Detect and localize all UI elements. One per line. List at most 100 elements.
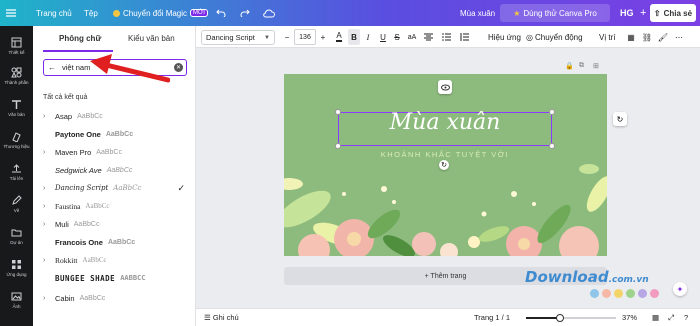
- transparency-icon[interactable]: ▦: [626, 29, 636, 45]
- add-page-icon[interactable]: ⊞: [593, 62, 599, 72]
- chevron-right-icon[interactable]: ›: [43, 295, 55, 302]
- rail-item-draw[interactable]: Vẽ: [0, 188, 33, 220]
- text-color-icon[interactable]: A: [334, 29, 344, 45]
- list-icon[interactable]: [440, 29, 452, 45]
- rail-item-projects[interactable]: Dự án: [0, 220, 33, 252]
- dot: [650, 289, 659, 298]
- chevron-right-icon[interactable]: ›: [43, 257, 55, 264]
- animate-button[interactable]: ◎ Chuyển động: [526, 29, 583, 45]
- magic-switch-button[interactable]: Chuyển đổi Magic MỚI: [113, 0, 208, 26]
- design-title-text[interactable]: Mùa xuân: [338, 110, 552, 135]
- document-title[interactable]: Mùa xuân: [460, 0, 495, 26]
- font-list-item-selected[interactable]: › Dancing Script AaBbCc ✓: [43, 179, 193, 197]
- refresh-icon[interactable]: ↻: [613, 112, 627, 126]
- share-button[interactable]: ⇧ Chia sẻ: [650, 4, 696, 22]
- help-icon[interactable]: ?: [684, 313, 688, 322]
- font-family-dropdown[interactable]: Dancing Script ▼: [201, 30, 275, 45]
- font-list-item[interactable]: › Cabin AaBbCc: [43, 289, 193, 307]
- font-sample: AaBbCc: [113, 184, 142, 192]
- tab-text-styles[interactable]: Kiểu văn bản: [128, 34, 175, 43]
- fullscreen-icon[interactable]: ⤢: [668, 313, 674, 323]
- link-icon[interactable]: ⛓: [642, 29, 652, 45]
- rail-item-design[interactable]: Thiết kế: [0, 30, 33, 62]
- elements-icon: [11, 67, 22, 78]
- rail-item-elements[interactable]: Thành phần: [0, 60, 33, 92]
- chevron-right-icon[interactable]: ›: [43, 203, 55, 210]
- copy-style-icon[interactable]: [438, 80, 452, 94]
- chevron-right-icon[interactable]: ›: [43, 221, 55, 228]
- left-rail: Thiết kế Thành phần Văn bản Thương hiệu …: [0, 26, 33, 326]
- rotate-icon[interactable]: ↻: [439, 160, 449, 170]
- font-list-item[interactable]: › Asap AaBbCc: [43, 107, 193, 125]
- font-list-item[interactable]: › Maven Pro AaBbCc: [43, 143, 193, 161]
- share-label: Chia sẻ: [663, 8, 693, 18]
- back-arrow-icon[interactable]: ←: [48, 63, 56, 72]
- font-name: Maven Pro: [55, 147, 92, 157]
- chevron-right-icon[interactable]: ›: [43, 113, 55, 120]
- design-subtitle-text[interactable]: KHOẢNH KHẮC TUYỆT VỜI: [338, 150, 552, 159]
- letter-case-button[interactable]: aA: [406, 29, 418, 45]
- redo-icon[interactable]: [240, 0, 250, 26]
- chevron-right-icon[interactable]: ›: [43, 149, 55, 156]
- font-list-item[interactable]: Sedgwick Ave AaBbCc: [43, 161, 193, 179]
- font-list-item[interactable]: BUNGEE SHADE AABBCC: [43, 269, 193, 287]
- effects-button[interactable]: Hiệu ứng: [488, 29, 521, 45]
- align-center-icon[interactable]: [422, 29, 434, 45]
- undo-icon[interactable]: [216, 0, 226, 26]
- font-sample: AaBbCc: [107, 238, 136, 246]
- file-menu[interactable]: Tệp: [84, 0, 98, 26]
- font-list-item[interactable]: Francois One AaBbCc: [43, 233, 193, 251]
- draw-icon: [12, 195, 22, 205]
- rail-item-photos[interactable]: Ảnh: [0, 284, 33, 316]
- dot: [638, 289, 647, 298]
- font-list-item[interactable]: Paytone One AaBbCc: [43, 125, 193, 143]
- avatar[interactable]: HG: [620, 4, 636, 22]
- font-name: Cabin: [55, 293, 75, 303]
- add-member-icon[interactable]: +: [640, 0, 646, 26]
- tab-fonts[interactable]: Phông chữ: [59, 34, 101, 43]
- resize-handle[interactable]: [549, 143, 555, 149]
- rail-item-apps[interactable]: Ứng dụng: [0, 252, 33, 284]
- menu-icon[interactable]: [6, 0, 16, 26]
- increase-size-icon[interactable]: +: [318, 29, 328, 45]
- decrease-size-icon[interactable]: −: [282, 29, 292, 45]
- magic-assistant-icon[interactable]: ✦: [673, 282, 687, 296]
- clear-search-icon[interactable]: ✕: [174, 63, 183, 72]
- underline-button[interactable]: U: [378, 29, 388, 45]
- strikethrough-button[interactable]: S: [392, 29, 402, 45]
- paint-roller-icon[interactable]: 🖌: [658, 29, 668, 45]
- home-link[interactable]: Trang chủ: [36, 0, 72, 26]
- watermark-dots: [590, 289, 662, 298]
- font-size-input[interactable]: 136: [294, 29, 316, 45]
- zoom-level[interactable]: 37%: [622, 313, 637, 322]
- zoom-slider[interactable]: [526, 314, 616, 322]
- grid-view-icon[interactable]: ▦: [652, 313, 659, 322]
- bold-button[interactable]: B: [348, 29, 360, 45]
- font-sample: AaBbCc: [106, 166, 133, 174]
- folder-icon: [11, 229, 22, 237]
- lock-icon[interactable]: 🔒: [565, 62, 574, 72]
- duplicate-page-icon[interactable]: ⧉: [579, 62, 584, 72]
- italic-button[interactable]: I: [363, 29, 373, 45]
- font-name: BUNGEE SHADE: [55, 273, 116, 283]
- rail-item-upload[interactable]: Tải lên: [0, 156, 33, 188]
- position-button[interactable]: Vị trí: [599, 29, 615, 45]
- spacing-icon[interactable]: [458, 29, 470, 45]
- resize-handle[interactable]: [335, 143, 341, 149]
- top-bar: Trang chủ Tệp Chuyển đổi Magic MỚI Mùa x…: [0, 0, 700, 26]
- font-list-item[interactable]: › Muli AaBbCc: [43, 215, 193, 233]
- more-icon[interactable]: ⋯: [674, 29, 684, 45]
- font-list-item[interactable]: › Faustina AaBbCc: [43, 197, 193, 215]
- notes-button[interactable]: ☰ Ghi chú: [204, 313, 239, 322]
- zoom-slider-knob[interactable]: [556, 314, 564, 322]
- chevron-right-icon[interactable]: ›: [43, 185, 55, 192]
- cloud-save-icon[interactable]: [263, 0, 275, 26]
- font-list-item[interactable]: › Rokkitt AaBbCc: [43, 251, 193, 269]
- try-pro-button[interactable]: ★ Dùng thử Canva Pro: [500, 4, 610, 22]
- page-indicator[interactable]: Trang 1 / 1: [474, 313, 510, 322]
- rail-item-text[interactable]: Văn bản: [0, 92, 33, 124]
- font-name: Sedgwick Ave: [55, 165, 102, 175]
- font-sample: AaBbCc: [96, 148, 122, 156]
- notes-icon: ☰: [204, 313, 211, 322]
- rail-item-brand[interactable]: Thương hiệu: [0, 124, 33, 156]
